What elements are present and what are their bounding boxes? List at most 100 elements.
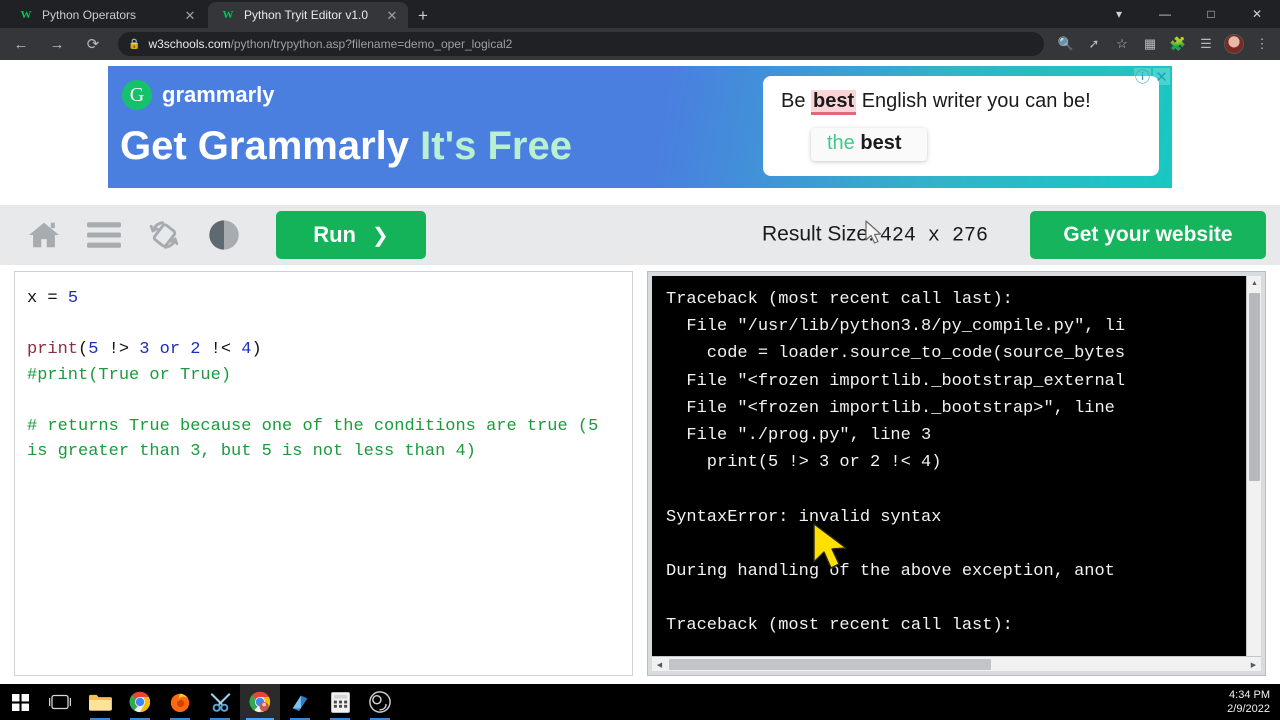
code-line: #print(True or True) — [27, 363, 620, 389]
code-token: !> — [98, 340, 140, 359]
calculator-icon[interactable] — [320, 684, 360, 720]
run-button[interactable]: Run ❯ — [276, 211, 426, 259]
browser-tab-1[interactable]: W Python Operators ✕ — [6, 2, 206, 28]
reading-list-icon[interactable]: ▦ — [1136, 30, 1164, 58]
obs-icon[interactable] — [360, 684, 400, 720]
result-separator: x — [927, 224, 940, 248]
code-line: x = 5 — [27, 286, 620, 312]
terminal-horizontal-scrollbar[interactable]: ◀ ▶ — [652, 656, 1261, 671]
lock-icon: 🔒 — [128, 38, 141, 50]
chevron-down-icon[interactable]: ▾ — [1096, 0, 1142, 28]
vertical-scrollbar-thumb[interactable] — [1249, 293, 1260, 481]
tryit-toolbar: Run ❯ Result Size: 424 x 276 Get your we… — [0, 205, 1280, 265]
close-icon[interactable]: ✕ — [1234, 0, 1280, 28]
scroll-right-icon[interactable]: ▶ — [1246, 657, 1261, 671]
suggestion-bold: best — [860, 132, 902, 154]
clock-time: 4:34 PM — [1229, 689, 1270, 701]
ad-suggestion-popup[interactable]: the best — [811, 128, 928, 161]
window-controls: ▾ — □ ✕ — [1096, 0, 1280, 28]
code-token: 2 — [190, 340, 201, 359]
ad-brand-name: grammarly — [162, 82, 275, 107]
address-bar-text: w3schools.com/python/trypython.asp?filen… — [148, 37, 512, 51]
code-editor-text[interactable]: x = 5 print(5 !> 3 or 2 !< 4) #print(True… — [27, 286, 620, 465]
ad-logo: G grammarly — [122, 80, 275, 110]
clock-date: 2/9/2022 — [1227, 703, 1270, 715]
store-icon[interactable] — [280, 684, 320, 720]
menu-kebab-icon[interactable]: ⋮ — [1248, 30, 1276, 58]
ad-controls: ⓘ ✕ — [1134, 68, 1170, 86]
ad-info-icon[interactable]: ⓘ — [1134, 68, 1151, 86]
bookmark-star-icon[interactable]: ☆ — [1108, 30, 1136, 58]
snipping-tool-icon[interactable] — [200, 684, 240, 720]
address-path: /python/trypython.asp?filename=demo_oper… — [230, 37, 513, 51]
terminal-output-area[interactable]: Traceback (most recent call last): File … — [652, 276, 1261, 671]
sentence-highlight: best — [811, 90, 857, 115]
maximize-icon[interactable]: □ — [1188, 0, 1234, 28]
address-domain: w3schools.com — [148, 37, 231, 51]
result-width: 424 — [879, 224, 916, 248]
ad-demo-sentence: Be best English writer you can be! — [781, 90, 1091, 115]
code-token: x = — [27, 289, 68, 308]
browser-tabstrip: W Python Operators ✕ W Python Tryit Edit… — [0, 0, 1280, 28]
browser-tab-2[interactable]: W Python Tryit Editor v1.0 ✕ — [208, 2, 408, 28]
back-button[interactable]: ← — [6, 30, 36, 58]
firefox-icon[interactable] — [160, 684, 200, 720]
forward-button[interactable]: → — [42, 30, 72, 58]
theme-contrast-icon[interactable] — [194, 205, 254, 265]
windows-taskbar: 4:34 PM 2/9/2022 — [0, 684, 1280, 720]
scroll-left-icon[interactable]: ◀ — [652, 657, 667, 671]
ad-headline: Get Grammarly It's Free — [120, 124, 572, 169]
ad-demo-card: Be best English writer you can be! the b… — [763, 76, 1159, 176]
scroll-up-icon[interactable]: ▲ — [1247, 276, 1261, 291]
file-explorer-icon[interactable] — [80, 684, 120, 720]
address-bar[interactable]: 🔒 w3schools.com/python/trypython.asp?fil… — [118, 32, 1044, 56]
code-token: or — [159, 340, 181, 359]
horizontal-scrollbar-thumb[interactable] — [669, 659, 991, 670]
share-icon[interactable]: ➚ — [1080, 30, 1108, 58]
result-size-readout: Result Size: 424 x 276 — [762, 223, 988, 248]
code-editor-panel[interactable]: x = 5 print(5 !> 3 or 2 !< 4) #print(True… — [14, 271, 633, 676]
home-icon[interactable] — [14, 205, 74, 265]
result-size-label: Result Size: — [762, 222, 875, 246]
code-token: # returns True because one of the condit… — [27, 416, 609, 462]
extensions-puzzle-icon[interactable]: 🧩 — [1164, 30, 1192, 58]
code-token: 5 — [88, 340, 99, 359]
new-tab-button[interactable]: + — [410, 4, 436, 26]
ad-body: G grammarly Get Grammarly It's Free Be b… — [108, 66, 1172, 188]
w3schools-icon: W — [20, 9, 32, 21]
page-content: G grammarly Get Grammarly It's Free Be b… — [0, 60, 1280, 692]
code-token: print — [27, 340, 79, 359]
task-view-icon[interactable] — [40, 684, 80, 720]
chevron-right-icon: ❯ — [372, 224, 389, 247]
system-clock[interactable]: 4:34 PM 2/9/2022 — [1227, 684, 1270, 720]
minimize-icon[interactable]: — — [1142, 0, 1188, 28]
ad-headline-accent: It's Free — [420, 124, 572, 168]
reload-button[interactable]: ⟳ — [78, 30, 108, 58]
terminal-vertical-scrollbar[interactable]: ▲ ▼ — [1246, 276, 1261, 671]
profile-avatar[interactable] — [1224, 34, 1244, 54]
close-icon[interactable]: ✕ — [182, 7, 198, 23]
rotate-layout-icon[interactable] — [134, 205, 194, 265]
menu-hamburger-icon[interactable] — [74, 205, 134, 265]
w3schools-icon: W — [222, 9, 234, 21]
browser-toolbar: ← → ⟳ 🔒 w3schools.com/python/trypython.a… — [0, 28, 1280, 60]
code-token: 3 — [139, 340, 150, 359]
ad-headline-main: Get Grammarly — [120, 124, 421, 168]
close-icon[interactable]: ✕ — [384, 7, 400, 23]
tab-title: Python Operators — [42, 8, 137, 22]
zoom-icon[interactable]: 🔍 — [1052, 30, 1080, 58]
ad-close-icon[interactable]: ✕ — [1153, 68, 1170, 86]
media-list-icon[interactable]: ☰ — [1192, 30, 1220, 58]
code-token: #print(True or True) — [27, 365, 232, 385]
code-line: # returns True because one of the condit… — [27, 414, 620, 465]
get-your-website-button[interactable]: Get your website — [1030, 211, 1266, 259]
chrome-active-icon[interactable] — [240, 684, 280, 720]
code-token: 5 — [67, 289, 79, 308]
toolbar-icons: 🔍 ➚ ☆ ▦ 🧩 ☰ ⋮ — [1052, 30, 1280, 58]
code-token: 4 — [241, 340, 252, 359]
advertisement-banner[interactable]: G grammarly Get Grammarly It's Free Be b… — [108, 66, 1172, 188]
start-windows-icon[interactable] — [0, 684, 40, 720]
chrome-icon[interactable] — [120, 684, 160, 720]
